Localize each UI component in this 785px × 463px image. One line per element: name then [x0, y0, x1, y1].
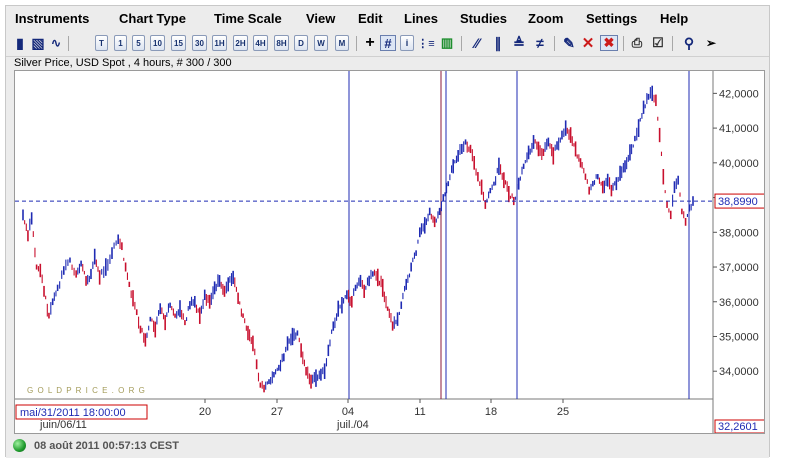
- timeframe-5m-button[interactable]: 5: [132, 35, 145, 51]
- price-axis-label: 34,0000: [719, 366, 759, 378]
- delete-icon[interactable]: ✕: [580, 35, 596, 52]
- candlestick-chart-icon[interactable]: ▮: [12, 35, 28, 51]
- price-axis-label: 42,0000: [719, 88, 759, 100]
- trendline-tool-icon[interactable]: ⁄⁄: [468, 35, 486, 51]
- menu-time-scale[interactable]: Time Scale: [214, 11, 282, 26]
- price-axis-label: 38,0000: [719, 227, 759, 239]
- timeframe-1h-button[interactable]: 1H: [212, 35, 227, 51]
- delete-all-icon[interactable]: ✖: [600, 35, 618, 51]
- price-axis-label: 36,0000: [719, 297, 759, 309]
- parallel-lines-tool-icon[interactable]: ∥: [489, 35, 507, 51]
- edit-line-icon[interactable]: ✎: [560, 35, 578, 51]
- menu-settings[interactable]: Settings: [586, 11, 637, 26]
- toolbar-separator: [356, 36, 357, 51]
- toolbar-separator: [554, 36, 555, 51]
- time-axis-month-label: juil./04: [336, 419, 369, 431]
- crosshair-price-label: 38,8990: [718, 196, 758, 208]
- info-icon[interactable]: i: [400, 35, 414, 51]
- price-axis-label: 35,0000: [719, 331, 759, 343]
- time-axis-label: 18: [485, 406, 497, 418]
- menu-edit[interactable]: Edit: [358, 11, 383, 26]
- menu-zoom[interactable]: Zoom: [528, 11, 563, 26]
- chart-info-line: Silver Price, USD Spot , 4 hours, # 300 …: [14, 57, 232, 69]
- timeframe-tick-button[interactable]: T: [95, 35, 108, 51]
- menu-bar: Instruments Chart Type Time Scale View E…: [6, 6, 769, 32]
- timeframe-4h-button[interactable]: 4H: [253, 35, 268, 51]
- timeframe-15m-button[interactable]: 15: [171, 35, 186, 51]
- toolbar-separator: [68, 36, 69, 51]
- bar-chart-icon[interactable]: ▧: [30, 35, 46, 51]
- timeframe-week-button[interactable]: W: [314, 35, 328, 51]
- line-chart-icon[interactable]: ∿: [48, 35, 64, 51]
- timeframe-1m-button[interactable]: 1: [114, 35, 127, 51]
- price-levels-icon[interactable]: ⋮≡: [417, 35, 434, 51]
- connection-status-icon: [13, 439, 26, 452]
- menu-lines[interactable]: Lines: [404, 11, 438, 26]
- crosshair-date-label: mai/31/2011 18:00:00: [20, 407, 126, 419]
- crosshair-icon[interactable]: +: [362, 34, 378, 51]
- toolbar-separator: [461, 36, 462, 51]
- chart-panel[interactable]: G O L D P R I C E . O R G 42,0000 41,0000 4…: [14, 70, 765, 434]
- menu-chart-type[interactable]: Chart Type: [119, 11, 186, 26]
- volume-bars-icon[interactable]: ▥: [438, 35, 456, 51]
- time-axis-label: 25: [557, 406, 569, 418]
- menu-instruments[interactable]: Instruments: [15, 11, 89, 26]
- time-axis-month-label: juin/06/11: [39, 419, 87, 431]
- time-axis-label: 11: [414, 406, 425, 418]
- time-axis-label: 20: [199, 406, 211, 418]
- chart-window: Instruments Chart Type Time Scale View E…: [5, 5, 770, 458]
- menu-help[interactable]: Help: [660, 11, 688, 26]
- price-axis-label: 37,0000: [719, 262, 759, 274]
- pointer-icon[interactable]: ➢: [702, 35, 720, 51]
- channel-tool-icon[interactable]: ≠: [531, 35, 549, 51]
- watermark-text: G O L D P R I C E . O R G: [27, 386, 146, 395]
- timeframe-10m-button[interactable]: 10: [150, 35, 165, 51]
- timeframe-month-button[interactable]: M: [335, 35, 349, 51]
- zoom-icon[interactable]: ⚲: [680, 35, 698, 51]
- timeframe-30m-button[interactable]: 30: [192, 35, 207, 51]
- bottom-price-label: 32,2601: [718, 421, 758, 433]
- price-axis-label: 40,0000: [719, 158, 759, 170]
- timeframe-2h-button[interactable]: 2H: [233, 35, 248, 51]
- toolbar: ▮ ▧ ∿ T 1 5 10 15 30 1H 2H 4H 8H D W M +…: [6, 32, 769, 57]
- grid-icon[interactable]: #: [380, 35, 396, 51]
- price-chart[interactable]: G O L D P R I C E . O R G 42,0000 41,0000 4…: [15, 71, 764, 433]
- fibonacci-tool-icon[interactable]: ≜: [510, 35, 528, 51]
- toolbar-separator: [672, 36, 673, 51]
- timeframe-day-button[interactable]: D: [294, 35, 308, 51]
- timeframe-8h-button[interactable]: 8H: [274, 35, 289, 51]
- toolbar-separator: [623, 36, 624, 51]
- price-axis-label: 41,0000: [719, 123, 759, 135]
- status-timestamp: 08 août 2011 00:57:13 CEST: [34, 440, 179, 452]
- print-preview-icon[interactable]: ☑: [649, 35, 667, 51]
- menu-studies[interactable]: Studies: [460, 11, 507, 26]
- print-icon[interactable]: ⎙: [628, 35, 646, 51]
- time-axis-label: 04: [342, 406, 354, 418]
- time-axis-label: 27: [271, 406, 283, 418]
- menu-view[interactable]: View: [306, 11, 335, 26]
- status-bar: 08 août 2011 00:57:13 CEST: [6, 434, 769, 458]
